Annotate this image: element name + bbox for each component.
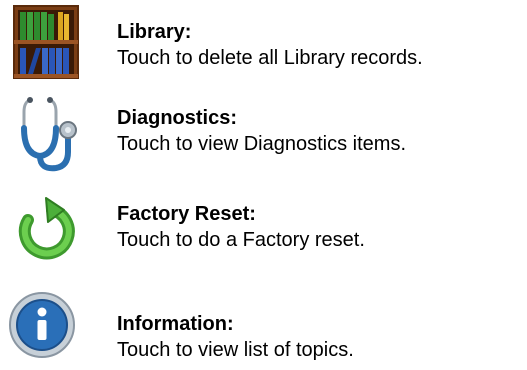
reset-arrow-icon [6, 190, 86, 270]
diagnostics-text: Diagnostics: Touch to view Diagnostics i… [117, 106, 406, 156]
library-menu-item[interactable]: Library: Touch to delete all Library rec… [0, 2, 527, 86]
factory-reset-title: Factory Reset: [117, 203, 256, 225]
information-text: Information: Touch to view list of topic… [117, 312, 354, 362]
factory-reset-text: Factory Reset: Touch to do a Factory res… [117, 202, 365, 252]
info-icon [6, 285, 86, 365]
information-menu-item[interactable]: Information: Touch to view list of topic… [0, 285, 527, 369]
factory-reset-description: Touch to do a Factory reset. [117, 229, 365, 251]
factory-reset-menu-item[interactable]: Factory Reset: Touch to do a Factory res… [0, 190, 527, 274]
diagnostics-description: Touch to view Diagnostics items. [117, 133, 407, 155]
diagnostics-menu-item[interactable]: Diagnostics: Touch to view Diagnostics i… [0, 94, 527, 178]
information-title: Information: [117, 313, 234, 335]
stethoscope-icon [6, 94, 86, 174]
library-text: Library: Touch to delete all Library rec… [117, 20, 423, 70]
library-title: Library: [117, 21, 192, 43]
library-description: Touch to delete all Library records. [117, 47, 423, 69]
library-bookshelf-icon [6, 2, 86, 82]
diagnostics-title: Diagnostics: [117, 107, 238, 129]
information-description: Touch to view list of topics. [117, 339, 354, 361]
